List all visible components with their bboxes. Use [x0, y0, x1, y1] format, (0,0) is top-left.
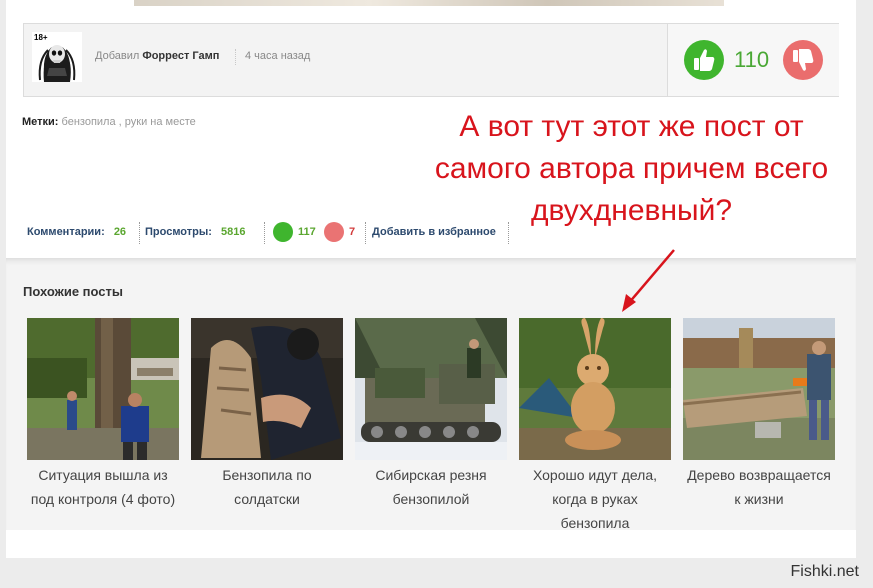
thumbs-up-button[interactable] [684, 40, 724, 80]
thumbs-down-icon[interactable] [324, 222, 344, 242]
red-annotation-text: А вот тут этот же пост от самого автора … [390, 106, 873, 232]
tags-label: Метки: [22, 116, 59, 128]
carved-rabbit-photo [519, 318, 671, 460]
similar-posts-title: Похожие посты [23, 284, 124, 299]
similar-post-caption[interactable]: Сибирская резня бензопилой [355, 463, 507, 511]
similar-post-caption[interactable]: Ситуация вышла из под контроля (4 фото) [27, 463, 179, 511]
avatar[interactable]: 18+ [32, 32, 82, 82]
divider [264, 222, 265, 244]
likes-count: 117 [298, 226, 316, 238]
annotation-line: А вот тут этот же пост от [459, 110, 804, 143]
age-rating-badge: 18+ [34, 33, 48, 42]
divider [139, 222, 140, 244]
similar-post-card[interactable]: Бензопила по солдатски [191, 318, 343, 511]
comments-stat[interactable]: Комментарии: 26 [27, 222, 126, 242]
author-line: Добавил Форрест Гамп [95, 50, 219, 62]
thumbs-down-button[interactable] [783, 40, 823, 80]
tag-link[interactable]: бензопила [62, 116, 116, 128]
tag-link[interactable]: руки на месте [125, 116, 196, 128]
views-stat: Просмотры: 5816 [145, 222, 245, 242]
comments-label: Комментарии: [27, 226, 105, 238]
divider [235, 49, 236, 65]
author-name-link[interactable]: Форрест Гамп [142, 50, 219, 62]
page: 18+ Добавил Форрест Гамп 4 часа назад 11… [0, 0, 873, 588]
vote-count: 110 [734, 47, 770, 72]
divider [365, 222, 366, 244]
author-box: 18+ Добавил Форрест Гамп 4 часа назад 11… [23, 23, 839, 97]
views-count: 5816 [220, 226, 246, 238]
similar-post-card[interactable]: Ситуация вышла из под контроля (4 фото) [27, 318, 179, 511]
thumbs-up-icon[interactable] [273, 222, 293, 242]
annotation-line: двухдневный? [530, 194, 733, 227]
post-time: 4 часа назад [245, 50, 311, 62]
tag-separator: , [118, 116, 122, 128]
tags-line: Метки: бензопила , руки на месте [22, 116, 196, 128]
post-content: 18+ Добавил Форрест Гамп 4 часа назад 11… [6, 0, 856, 558]
post-image-bottom-edge [134, 0, 724, 6]
similar-post-caption[interactable]: Дерево возвращается к жизни [683, 463, 835, 511]
tree-felling-photo [27, 318, 179, 460]
annotation-line: самого автора причем всего [434, 152, 829, 185]
red-arrow-icon [622, 249, 675, 312]
comments-count: 26 [113, 226, 127, 238]
views-label: Просмотры: [145, 226, 212, 238]
thumbs-down-icon [793, 49, 814, 71]
similar-post-card[interactable]: Дерево возвращается к жизни [683, 318, 835, 511]
similar-post-caption[interactable]: Хорошо идут дела, когда в руках бензопил… [519, 463, 671, 535]
vote-panel: 110 [667, 24, 839, 96]
similar-post-card[interactable]: Хорошо идут дела, когда в руках бензопил… [519, 318, 671, 535]
dislikes-count: 7 [349, 226, 356, 238]
thumbs-up-icon [694, 49, 715, 71]
similar-posts-section: Похожие посты Ситуация вышла из под конт… [6, 258, 856, 531]
fallen-log-photo [683, 318, 835, 460]
added-by-label: Добавил [95, 50, 140, 62]
snow-tractor-photo [355, 318, 507, 460]
similar-post-card[interactable]: Сибирская резня бензопилой [355, 318, 507, 511]
similar-post-caption[interactable]: Бензопила по солдатски [191, 463, 343, 511]
site-watermark: Fishki.net [790, 563, 859, 580]
wood-carving-photo [191, 318, 343, 460]
